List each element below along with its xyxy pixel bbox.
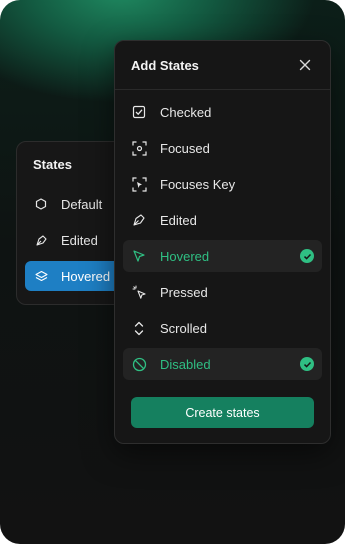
check-circle-icon	[300, 357, 314, 371]
layers-icon	[33, 268, 49, 284]
pressed-cursor-icon	[131, 284, 147, 300]
pen-nib-icon	[131, 212, 147, 228]
option-checked[interactable]: Checked	[123, 96, 322, 128]
create-states-button[interactable]: Create states	[131, 397, 314, 428]
option-label: Scrolled	[160, 320, 207, 336]
close-icon	[299, 59, 311, 71]
option-pressed[interactable]: Pressed	[123, 276, 322, 308]
states-panel-title: States	[33, 157, 73, 172]
option-label: Focuses Key	[160, 176, 236, 192]
option-label: Hovered	[160, 248, 210, 264]
option-label: Disabled	[160, 356, 211, 372]
option-focused[interactable]: Focused	[123, 132, 322, 164]
check-circle-icon	[300, 249, 314, 263]
option-label: Checked	[160, 104, 212, 120]
scroll-icon	[131, 320, 147, 336]
option-label: Edited	[160, 212, 197, 228]
add-states-modal: Add States Checked Focused Focuses Key E…	[114, 40, 331, 444]
app-frame: States Default Edited Hovered + D Add St…	[0, 0, 345, 544]
option-disabled[interactable]: Disabled	[123, 348, 322, 380]
modal-header: Add States	[115, 41, 330, 90]
pen-nib-icon	[33, 232, 49, 248]
option-label: Pressed	[160, 284, 208, 300]
disabled-icon	[131, 356, 147, 372]
focus-key-icon	[131, 176, 147, 192]
state-item-label: Edited	[61, 232, 98, 248]
cursor-icon	[131, 248, 147, 264]
option-focuses-key[interactable]: Focuses Key	[123, 168, 322, 200]
state-item-label: Default	[61, 196, 103, 212]
close-button[interactable]	[298, 58, 312, 72]
focus-frame-icon	[131, 140, 147, 156]
option-edited[interactable]: Edited	[123, 204, 322, 236]
option-label: Focused	[160, 140, 210, 156]
modal-title: Add States	[131, 58, 199, 73]
option-scrolled[interactable]: Scrolled	[123, 312, 322, 344]
option-hovered[interactable]: Hovered	[123, 240, 322, 272]
checkbox-icon	[131, 104, 147, 120]
hexagon-icon	[33, 196, 49, 212]
